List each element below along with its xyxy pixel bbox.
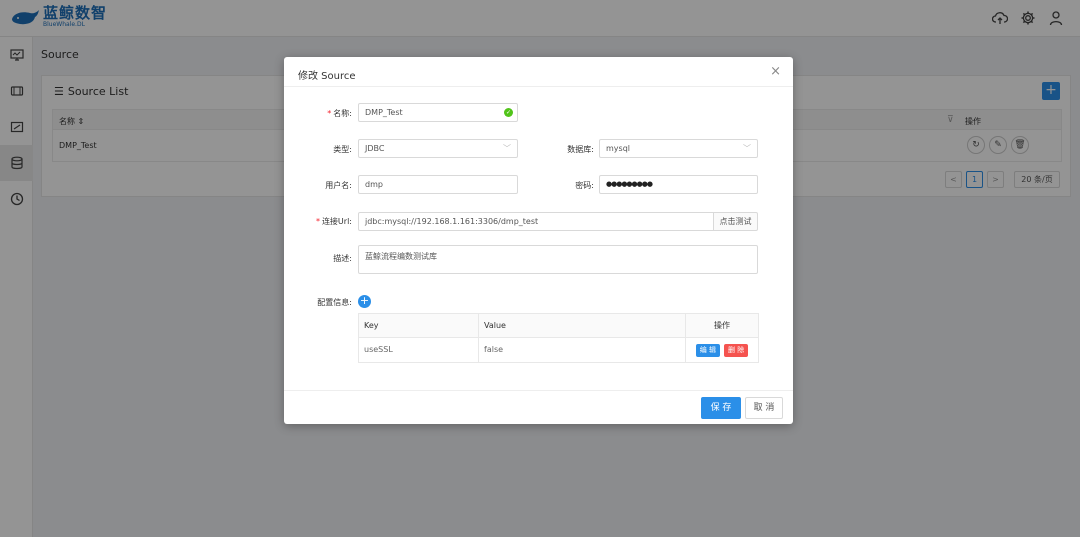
chevron-down-icon: ﹀ [503, 144, 511, 153]
save-button[interactable]: 保 存 [701, 397, 741, 419]
type-select[interactable]: JDBC ﹀ [358, 139, 518, 158]
username-field[interactable]: dmp [358, 175, 518, 194]
add-config-button[interactable]: + [358, 295, 371, 308]
config-key-cell: useSSL [359, 338, 479, 362]
modal-header: 修改 Source × [284, 57, 793, 87]
config-table-header: Key Value 操作 [359, 314, 758, 338]
close-icon[interactable]: × [770, 65, 781, 78]
type-label: 类型: [333, 145, 352, 154]
url-field[interactable]: jdbc:mysql://192.168.1.161:3306/dmp_test [358, 212, 714, 231]
config-table: Key Value 操作 useSSL false 编 辑 删 除 [358, 313, 759, 363]
config-label: 配置信息: [317, 298, 352, 307]
name-field[interactable]: DMP_Test ✓ [358, 103, 518, 122]
cancel-button[interactable]: 取 消 [745, 397, 783, 419]
config-key-header: Key [359, 314, 479, 337]
name-label: * 名称: [327, 109, 352, 118]
database-label: 数据库: [567, 145, 594, 154]
check-icon: ✓ [504, 108, 513, 117]
url-label: * 连接Url: [315, 217, 352, 226]
database-select[interactable]: mysql ﹀ [599, 139, 758, 158]
config-value-cell: false [479, 338, 686, 362]
config-value-header: Value [479, 314, 686, 337]
modal-footer: 保 存 取 消 [284, 390, 793, 424]
edit-source-modal: 修改 Source × * 名称: DMP_Test ✓ 类型: JDBC ﹀ 数… [284, 57, 793, 424]
password-label: 密码: [575, 181, 594, 190]
password-field[interactable]: ●●●●●●●●● [599, 175, 758, 194]
chevron-down-icon: ﹀ [743, 144, 751, 153]
delete-config-button[interactable]: 删 除 [724, 343, 749, 357]
description-field[interactable]: 蓝鲸流程编数测试库 [358, 245, 758, 274]
description-label: 描述: [333, 254, 352, 263]
modal-title: 修改 Source [298, 71, 356, 82]
config-op-header: 操作 [714, 320, 730, 330]
table-row: useSSL false 编 辑 删 除 [359, 338, 758, 362]
edit-config-button[interactable]: 编 辑 [695, 343, 720, 357]
test-connection-button[interactable]: 点击测试 [713, 212, 758, 231]
username-label: 用户名: [325, 181, 352, 190]
